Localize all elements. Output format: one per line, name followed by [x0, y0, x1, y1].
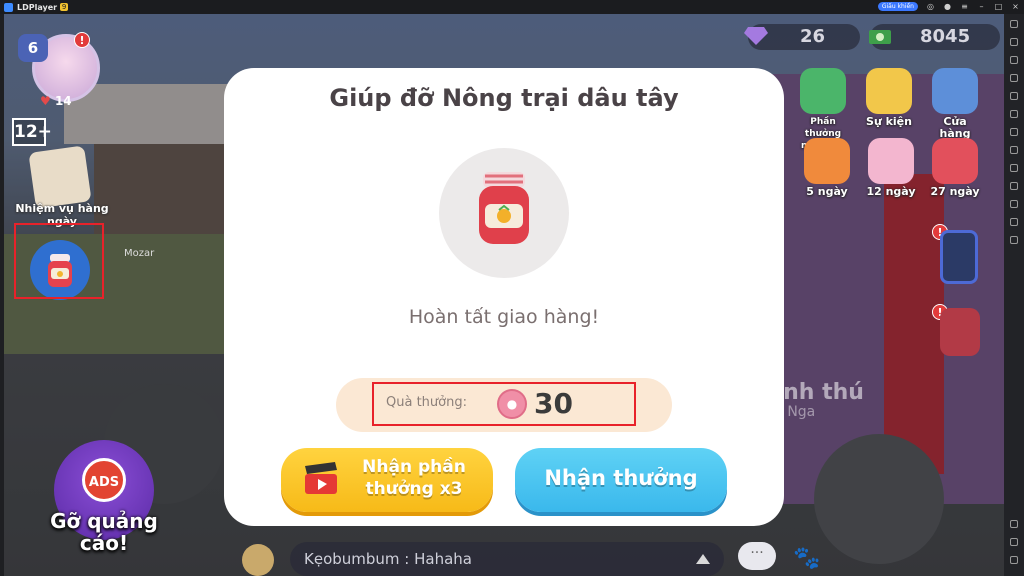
settings-icon[interactable]: [1010, 20, 1018, 28]
video-clapper-icon: [305, 462, 337, 494]
claim-reward-button[interactable]: Nhận thưởng: [515, 448, 727, 512]
jam-jar-icon: [479, 172, 529, 244]
screenshot-icon[interactable]: [1010, 92, 1018, 100]
title-bar: LDPlayer 9 Giấu khiển ◎ ● ≡ – □ ×: [0, 0, 1024, 14]
hearts-value: 14: [54, 94, 72, 108]
hello-kitty-event-button[interactable]: 12 ngày: [864, 138, 918, 198]
star-icon: [866, 68, 912, 114]
emulator-window: LDPlayer 9 Giấu khiển ◎ ● ≡ – □ × linh t…: [0, 0, 1024, 576]
ldplayer-logo-icon: [4, 2, 13, 12]
dialog-title: Giúp đỡ Nông trại dâu tây: [329, 84, 679, 112]
user-icon[interactable]: ●: [943, 2, 952, 11]
apk-icon[interactable]: [1010, 182, 1018, 190]
more-icon[interactable]: [1010, 236, 1018, 244]
folder-icon[interactable]: [1010, 200, 1018, 208]
strawberry-icon: [932, 138, 978, 184]
paw-icon[interactable]: 🐾: [790, 542, 824, 576]
age-rating-badge: 12+: [12, 118, 52, 146]
rotate-icon[interactable]: [1010, 128, 1018, 136]
fullscreen-icon[interactable]: [1010, 110, 1018, 118]
daily-quest-icon[interactable]: [28, 145, 92, 209]
go-icon: [804, 138, 850, 184]
minimize-icon[interactable]: –: [977, 2, 986, 11]
game-viewport: linh thú n Nga 6 ! ♥ 14 12+ Nhiệm vụ hàn…: [4, 14, 1004, 576]
event-button[interactable]: Sự kiện: [862, 68, 916, 128]
status-message: Hoàn tất giao hàng!: [408, 306, 600, 328]
watch-ad-reward-button[interactable]: Nhận phần thưởng x3: [281, 448, 493, 512]
cash-value: 8045: [920, 26, 971, 47]
gift-icon: [800, 68, 846, 114]
chat-expand-icon[interactable]: [696, 554, 710, 564]
level-badge: 6: [18, 34, 48, 62]
window-controls: Giấu khiển ◎ ● ≡ – □ ×: [877, 2, 1020, 11]
kitty-event-days: 12 ngày: [866, 185, 916, 198]
close-icon[interactable]: ×: [1011, 2, 1020, 11]
strawberry-event-days: 27 ngày: [930, 185, 980, 198]
jam-jar-image: [439, 148, 569, 278]
gem-counter[interactable]: 26: [744, 24, 860, 50]
app-title: LDPlayer: [17, 2, 58, 12]
delivery-complete-dialog: Giúp đỡ Nông trại dâu tây Hoàn tất giao …: [224, 68, 784, 526]
npc-name-label: Mozar: [124, 248, 155, 259]
event-label: Sự kiện: [866, 115, 912, 128]
cash-counter[interactable]: 8045: [869, 24, 1000, 50]
menu-icon[interactable]: ≡: [960, 2, 969, 11]
highlight-box-reward: [372, 382, 636, 426]
strawberry-event-button[interactable]: 27 ngày: [928, 138, 982, 198]
record-icon[interactable]: [1010, 146, 1018, 154]
go-event-button[interactable]: 5 ngày: [800, 138, 854, 198]
volume-up-icon[interactable]: [1010, 56, 1018, 64]
emoji-button[interactable]: [242, 544, 274, 576]
chat-message: Kẹobumbum : Hahaha: [304, 550, 472, 568]
version-badge: 9: [60, 3, 69, 11]
chat-bubble-button[interactable]: ···: [738, 542, 776, 570]
remove-ads-label[interactable]: Gỡ quảng cáo!: [44, 510, 164, 554]
shop-label: Cửa hàng: [939, 115, 971, 140]
home-icon[interactable]: [1010, 538, 1018, 546]
back-icon[interactable]: [1010, 520, 1018, 528]
shop-icon: [932, 68, 978, 114]
keymap-button[interactable]: Giấu khiển: [877, 2, 918, 11]
shop-button[interactable]: Cửa hàng: [928, 68, 982, 140]
avatar-alert-icon: !: [74, 32, 90, 48]
gamepad-icon[interactable]: ◎: [926, 2, 935, 11]
kitty-icon: [868, 138, 914, 184]
recent-apps-icon[interactable]: [1010, 556, 1018, 564]
cash-icon: [869, 30, 891, 44]
shake-icon[interactable]: [1010, 164, 1018, 172]
emulator-sidebar: [1004, 14, 1024, 576]
gem-icon: [744, 27, 768, 45]
ads-label: ADS: [82, 458, 126, 502]
maximize-icon[interactable]: □: [994, 2, 1003, 11]
chat-bar[interactable]: Kẹobumbum : Hahaha: [290, 542, 724, 576]
volume-down-icon[interactable]: [1010, 74, 1018, 82]
heart-icon: ♥: [40, 94, 51, 108]
gem-value: 26: [800, 26, 826, 47]
keyboard-icon[interactable]: [1010, 38, 1018, 46]
highlight-box-quest: [14, 223, 104, 299]
go-event-days: 5 ngày: [806, 185, 848, 198]
hearts-counter: ♥ 14: [40, 94, 72, 108]
watch-ad-label: Nhận phần thưởng x3: [362, 457, 466, 499]
phone-icon[interactable]: [940, 230, 978, 284]
backpack-icon[interactable]: [940, 308, 980, 356]
location-icon[interactable]: [1010, 218, 1018, 226]
